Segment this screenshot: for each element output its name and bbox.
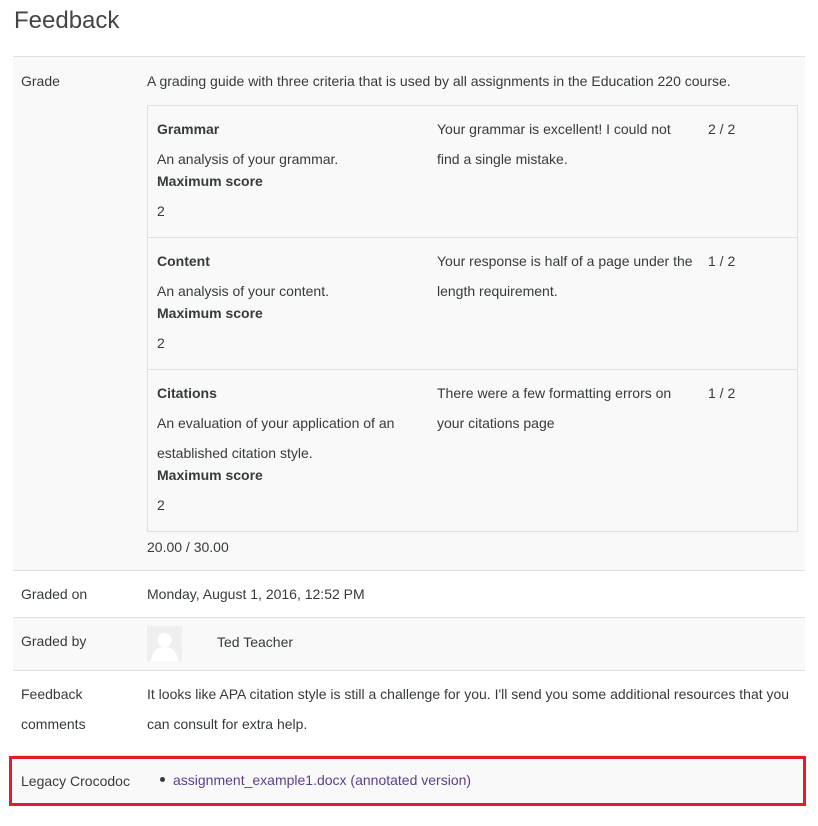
grading-guide-description: A grading guide with three criteria that… (147, 73, 731, 89)
criterion-name: Grammar (157, 121, 220, 137)
criterion-row: Content An analysis of your content. Max… (148, 238, 797, 370)
bullet-icon (160, 776, 165, 782)
feedback-comments-text: It looks like APA citation style is stil… (147, 679, 797, 739)
remark-line: Your response is half of a page under th… (437, 253, 693, 269)
label-line: comments (21, 716, 86, 732)
legacy-crocodoc-label: Legacy Crocodoc (21, 773, 130, 789)
criterion-description: An evaluation of your application of an (157, 415, 395, 431)
avatar[interactable] (147, 626, 182, 661)
criterion-row: Grammar An analysis of your grammar. Max… (148, 106, 797, 238)
grade-row: Grade A grading guide with three criteri… (13, 57, 805, 571)
feedback-comments-label: Feedback comments (21, 679, 131, 739)
user-icon (147, 626, 182, 661)
criterion-score: 2 / 2 (708, 121, 736, 137)
comment-line: can consult for extra help. (147, 716, 308, 732)
criterion-remark: Your response is half of a page under th… (437, 246, 699, 306)
criterion-max-value: 2 (157, 335, 165, 351)
criterion-name: Content (157, 253, 210, 269)
feedback-comments-row: Feedback comments It looks like APA cita… (13, 671, 805, 756)
remark-line: There were a few formatting errors on (437, 385, 672, 401)
graded-on-value: Monday, August 1, 2016, 12:52 PM (147, 586, 365, 602)
grade-total: 20.00 / 30.00 (147, 539, 229, 555)
grader-name[interactable]: Ted Teacher (217, 627, 293, 657)
page: Feedback Grade A grading guide with thre… (0, 0, 818, 826)
remark-line: length requirement. (437, 283, 558, 299)
graded-on-label: Graded on (21, 586, 88, 602)
legacy-crocodoc-row: Legacy Crocodoc assignment_example1.docx… (13, 756, 805, 806)
criterion-name: Citations (157, 385, 217, 401)
page-title: Feedback (14, 7, 120, 34)
annotated-file-link[interactable]: assignment_example1.docx (annotated vers… (173, 772, 471, 788)
criterion-max-value: 2 (157, 497, 165, 513)
label-line: Feedback (21, 686, 83, 702)
criterion-remark: There were a few formatting errors on yo… (437, 378, 699, 438)
criterion-info: Grammar An analysis of your grammar. Max… (157, 114, 419, 226)
criteria-table: Grammar An analysis of your grammar. Max… (147, 105, 798, 532)
criterion-remark: Your grammar is excellent! I could not f… (437, 114, 699, 174)
graded-on-row: Graded on Monday, August 1, 2016, 12:52 … (13, 571, 805, 618)
remark-line: Your grammar is excellent! I could not (437, 121, 671, 137)
criterion-info: Citations An evaluation of your applicat… (157, 378, 419, 520)
list-item: assignment_example1.docx (annotated vers… (160, 765, 471, 795)
remark-line: find a single mistake. (437, 151, 568, 167)
criterion-score: 1 / 2 (708, 385, 736, 401)
criterion-row: Citations An evaluation of your applicat… (148, 370, 797, 531)
graded-by-label: Graded by (21, 633, 87, 649)
criterion-max-value: 2 (157, 203, 165, 219)
criterion-info: Content An analysis of your content. Max… (157, 246, 419, 358)
remark-line: your citations page (437, 415, 555, 431)
feedback-table: Grade A grading guide with three criteri… (13, 56, 805, 806)
graded-by-row: Graded by Ted Teacher (13, 618, 805, 671)
criterion-score: 1 / 2 (708, 253, 736, 269)
grade-label: Grade (21, 73, 60, 89)
comment-line: It looks like APA citation style is stil… (147, 686, 790, 702)
